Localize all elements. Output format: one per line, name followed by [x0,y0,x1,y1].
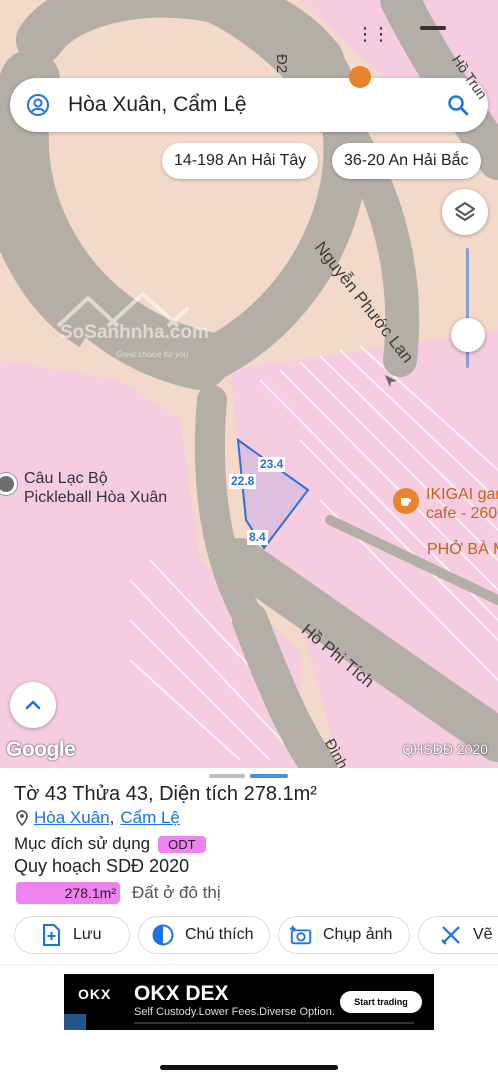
map-view[interactable]: ⋮⋮ SoSanhnha.com Great choice for you Hò… [0,0,498,768]
contrast-icon [151,923,175,947]
parcel-location: Hòa Xuân, Cẩm Lệ [16,808,180,828]
parcel-edge-label-1: 23.4 [258,457,286,472]
layers-icon [455,202,475,221]
road-label-d2: Đ2 [273,54,290,74]
sheet-handle-active[interactable] [250,774,288,778]
capture-button-label: Chụp ảnh [323,926,393,943]
battery-icon [420,26,446,30]
ad-banner[interactable]: OKX OKX DEX Self Custody.Lower Fees.Dive… [64,974,434,1030]
legend-button[interactable]: Chú thích [138,916,270,954]
ward-link[interactable]: Hòa Xuân [34,808,110,828]
plan-label: Quy hoạch SDĐ 2020 [14,856,190,876]
poi-label-ikigai-1[interactable]: IKIGAI gar [426,486,498,504]
divider [0,964,498,965]
search-bar[interactable]: Hòa Xuân, Cẩm Lệ [10,78,488,132]
ad-subline: Self Custody.Lower Fees.Diverse Option. [134,1006,335,1018]
draw-button[interactable]: Vẽ [418,916,498,954]
capture-button[interactable]: Chụp ảnh [278,916,410,954]
status-bar: ⋮⋮ [0,0,498,60]
pencil-ruler-icon [439,923,463,947]
parcel-edge-label-3: 8.4 [247,530,268,545]
ad-choices-icon[interactable] [64,1014,86,1030]
watermark: SoSanhnha.com Great choice for you [48,286,209,359]
suggestion-chip-2[interactable]: 36-20 An Hải Bắc [332,143,481,179]
direction-arrow-icon [385,375,397,387]
opacity-slider-handle[interactable] [451,318,485,352]
parcel-title: Tờ 43 Thửa 43, Diện tích 278.1m² [14,783,317,805]
sheet-handle[interactable] [209,774,245,778]
poi-label-pickleball-2[interactable]: Pickleball Hòa Xuân [24,489,167,507]
expand-sheet-button[interactable] [10,682,56,728]
restaurant-pin-icon[interactable] [349,66,371,88]
chevron-up-icon [25,700,41,710]
signal-icon: ⋮⋮ [356,24,390,44]
home-indicator[interactable] [160,1065,338,1070]
parcel-edge-label-2: 22.8 [229,474,257,489]
land-use-row: Mục đích sử dụng ODT [14,834,206,854]
search-icon[interactable] [446,93,470,117]
land-use-badge: ODT [158,835,206,853]
watermark-name: SoSanhnha.com [60,322,209,343]
draw-button-label: Vẽ [473,926,493,943]
save-button-label: Lưu [73,926,102,943]
area-description: Đất ở đô thị [132,883,221,902]
search-query[interactable]: Hòa Xuân, Cẩm Lệ [68,93,446,117]
location-pin-icon [16,810,28,826]
area-badge: 278.1m² [16,882,120,904]
cafe-pin-icon[interactable] [393,488,419,514]
poi-label-pho[interactable]: PHỞ BÀ M [427,541,498,559]
watermark-tagline: Great choice for you [116,350,189,359]
add-bookmark-icon [39,923,63,947]
camera-add-icon [289,923,313,947]
parcel-info-sheet: Tờ 43 Thửa 43, Diện tích 278.1m² Hòa Xuâ… [0,768,498,1080]
save-button[interactable]: Lưu [14,916,130,954]
ad-headline: OKX DEX [134,982,229,1005]
plan-area-row: 278.1m² Đất ở đô thị [16,882,221,904]
google-attribution: Google [6,738,76,761]
poi-label-pickleball-1[interactable]: Câu Lạc Bộ [24,470,108,488]
poi-label-ikigai-2[interactable]: cafe - 260 [426,505,497,523]
suggestion-chip-1[interactable]: 14-198 An Hải Tây [162,143,319,179]
legend-button-label: Chú thích [185,926,254,943]
ad-cta-button[interactable]: Start trading [340,991,422,1013]
layers-button[interactable] [442,189,488,235]
ad-logo: OKX [78,986,112,1002]
location-separator: , [109,808,115,827]
ad-fine-print [134,1022,414,1024]
land-use-label: Mục đích sử dụng [14,834,151,853]
account-icon[interactable] [26,93,50,117]
layer-label: QHSDĐ 2020 [402,741,488,757]
district-link[interactable]: Cẩm Lệ [120,808,180,828]
